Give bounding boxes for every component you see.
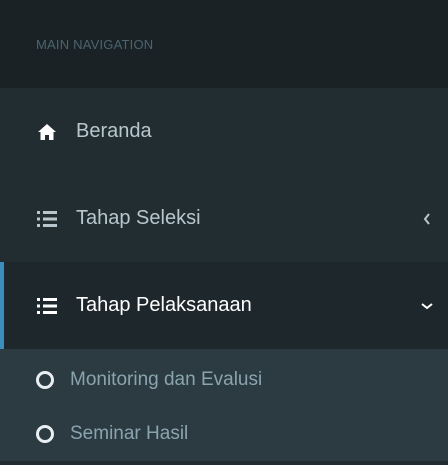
chevron-down-icon [420,299,434,313]
sidebar-header-label: MAIN NAVIGATION [36,36,154,52]
home-icon [36,121,58,143]
list-icon [36,208,58,230]
sidebar-item-beranda[interactable]: Beranda [0,88,448,175]
circle-outline-icon [36,425,54,443]
sidebar-item-label: Tahap Pelaksanaan [76,294,252,316]
chevron-left-icon [420,212,434,226]
list-icon [36,295,58,317]
sidebar-header: MAIN NAVIGATION [0,0,448,88]
sidebar: MAIN NAVIGATION Beranda Tahap Seleksi Ta… [0,0,448,465]
circle-outline-icon [36,371,54,389]
sidebar-item-tahap-pelaksanaan[interactable]: Tahap Pelaksanaan [0,262,448,349]
submenu-item-seminar-hasil[interactable]: Seminar Hasil [0,407,448,461]
sidebar-item-tahap-seleksi[interactable]: Tahap Seleksi [0,175,448,262]
submenu-item-monitoring[interactable]: Monitoring dan Evalusi [0,353,448,407]
sidebar-item-label: Beranda [76,120,152,142]
submenu-item-label: Monitoring dan Evalusi [70,369,263,390]
submenu: Monitoring dan Evalusi Seminar Hasil [0,349,448,461]
sidebar-item-label: Tahap Seleksi [76,207,201,229]
submenu-item-label: Seminar Hasil [70,423,189,444]
